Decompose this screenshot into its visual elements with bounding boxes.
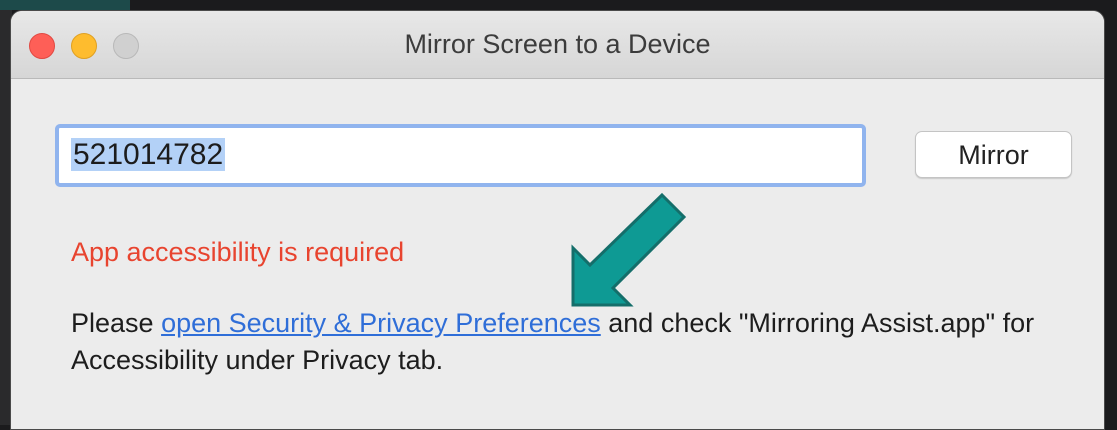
selected-code-text: 521014782 bbox=[71, 138, 226, 171]
accessibility-instructions: Please open Security & Privacy Preferenc… bbox=[71, 305, 1071, 379]
window-title: Mirror Screen to a Device bbox=[404, 29, 711, 59]
instructions-prefix: Please bbox=[71, 308, 162, 338]
mirror-dialog-window: Mirror Screen to a Device 521014782 Mirr… bbox=[10, 10, 1105, 430]
mirror-button[interactable]: Mirror bbox=[915, 131, 1072, 178]
background-app-accent bbox=[0, 0, 130, 10]
security-privacy-preferences-link[interactable]: open Security & Privacy Preferences bbox=[161, 308, 601, 338]
accessibility-error-message: App accessibility is required bbox=[71, 237, 405, 267]
title-bar: Mirror Screen to a Device bbox=[11, 11, 1104, 79]
device-code-input[interactable]: 521014782 bbox=[55, 124, 866, 187]
